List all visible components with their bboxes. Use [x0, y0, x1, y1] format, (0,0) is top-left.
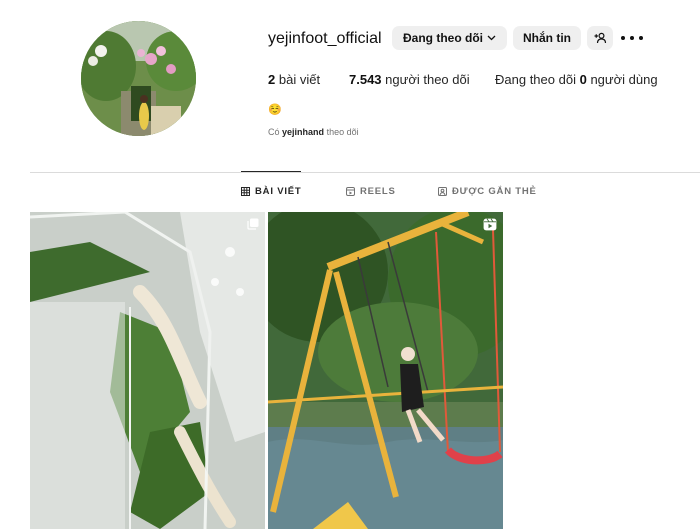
post-thumbnail[interactable] [30, 212, 265, 529]
multi-photo-icon [247, 218, 259, 230]
grid-icon [241, 187, 250, 196]
tab-tagged-label: ĐƯỢC GẮN THẺ [452, 186, 537, 197]
profile-avatar[interactable] [81, 21, 196, 136]
posts-count-value: 2 [268, 72, 276, 87]
tab-posts-label: BÀI VIẾT [255, 186, 302, 197]
followed-by-user: yejinhand [282, 127, 325, 137]
tabs-divider [30, 172, 700, 173]
reel-icon [483, 218, 497, 231]
reels-icon [346, 187, 355, 196]
posts-count-label: bài viết [278, 72, 321, 87]
post-thumbnail[interactable] [268, 212, 503, 529]
tab-reels-label: REELS [360, 186, 396, 197]
followers-count-label: người theo dõi [385, 72, 470, 87]
following-count[interactable]: Đang theo dõi 0 người dùng [495, 72, 658, 87]
following-count-prefix: Đang theo dõi [495, 72, 576, 87]
tab-posts[interactable]: BÀI VIẾT [241, 186, 302, 197]
followers-count[interactable]: 7.543 người theo dõi [349, 72, 470, 87]
posts-count: 2 bài viết [268, 72, 320, 87]
message-button[interactable]: Nhắn tin [513, 26, 581, 50]
avatar-photo [81, 21, 196, 136]
chevron-down-icon [487, 35, 496, 41]
tab-reels[interactable]: REELS [346, 186, 396, 197]
followed-by-suffix: theo dõi [326, 127, 359, 137]
tab-tagged[interactable]: ĐƯỢC GẮN THẺ [438, 186, 537, 197]
active-tab-indicator [241, 171, 301, 172]
add-user-button[interactable] [587, 26, 613, 50]
tagged-icon [438, 187, 447, 196]
following-count-value: 0 [579, 72, 587, 87]
followers-count-value: 7.543 [349, 72, 382, 87]
followed-by[interactable]: Có yejinhand theo dõi [268, 127, 359, 137]
more-options-icon[interactable] [621, 30, 643, 46]
post-image [30, 212, 265, 529]
add-user-icon [594, 32, 606, 44]
following-button[interactable]: Đang theo dõi [392, 26, 507, 50]
followed-by-prefix: Có [268, 127, 280, 137]
message-button-label: Nhắn tin [523, 31, 571, 45]
following-button-label: Đang theo dõi [403, 31, 483, 45]
post-video-thumbnail [268, 212, 503, 529]
bio-emoji: ☺️ [268, 104, 282, 116]
username: yejinfoot_official [268, 30, 382, 47]
following-count-suffix: người dùng [590, 72, 658, 87]
